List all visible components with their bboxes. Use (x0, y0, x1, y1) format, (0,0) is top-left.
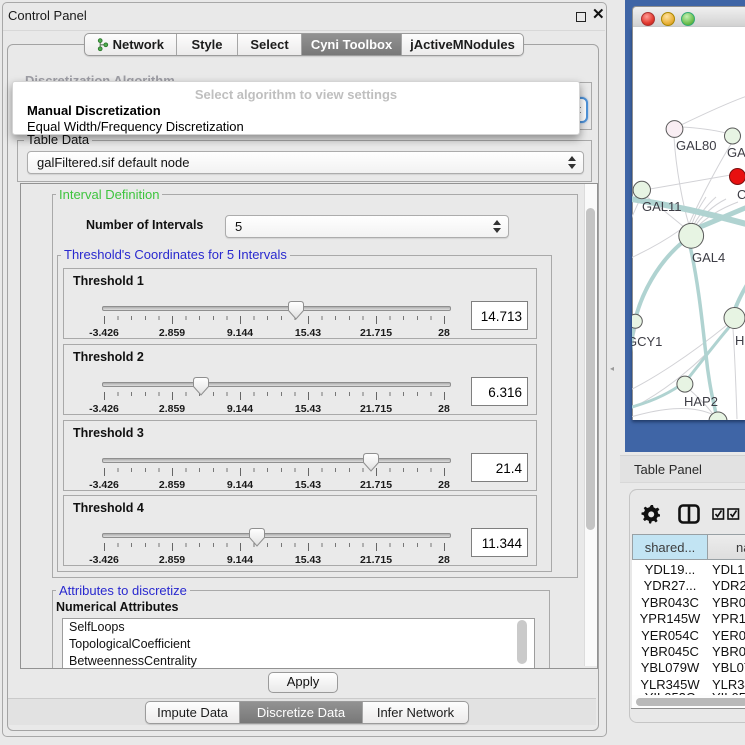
svg-text:C: C (737, 187, 745, 202)
svg-text:H: H (735, 333, 744, 348)
svg-text:GAL4: GAL4 (692, 250, 725, 265)
svg-text:GAL11: GAL11 (642, 199, 682, 214)
svg-text:GAL80: GAL80 (676, 138, 716, 153)
svg-text:HAP2: HAP2 (684, 394, 718, 409)
svg-text:GA: GA (727, 145, 745, 160)
svg-text:GCY1: GCY1 (632, 334, 662, 349)
